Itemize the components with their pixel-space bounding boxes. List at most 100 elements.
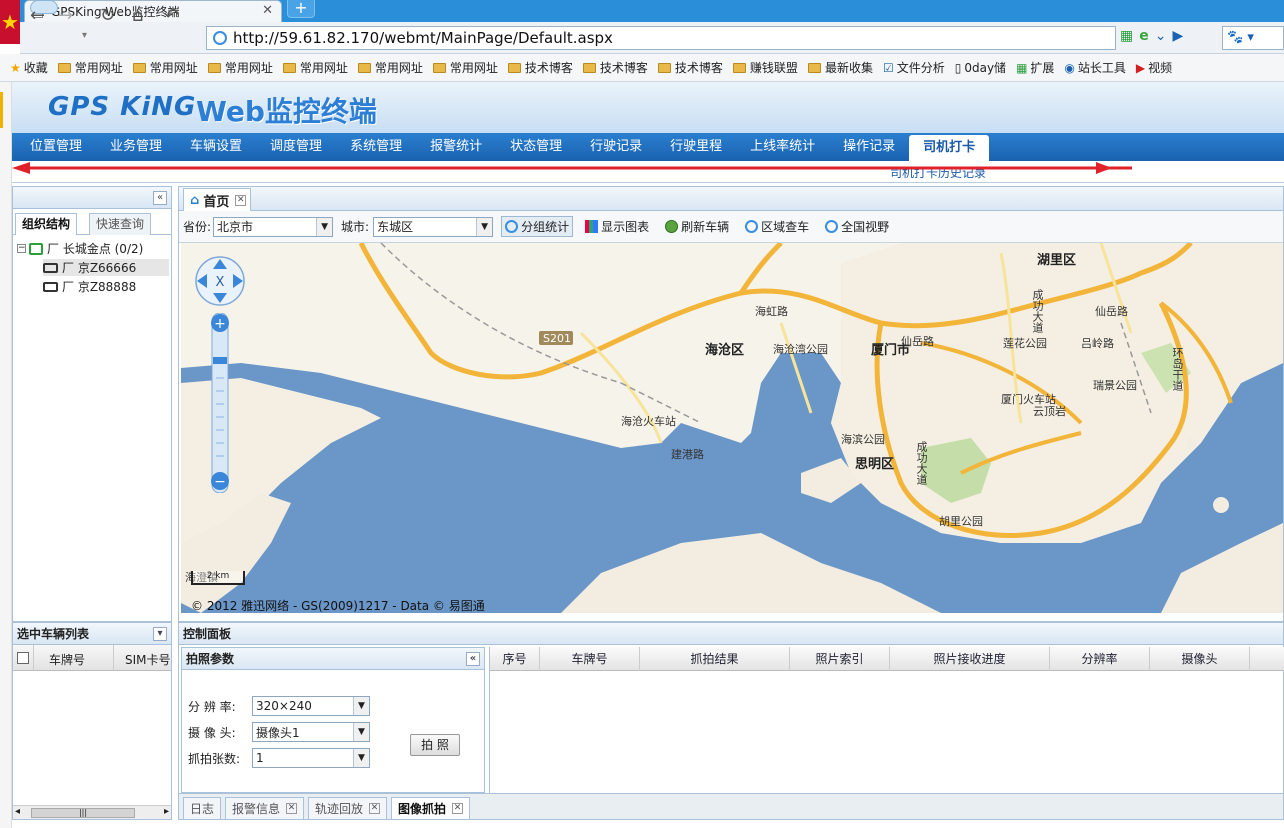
favorite-item[interactable]: 常用网址 bbox=[57, 59, 123, 76]
bottom-tab[interactable]: 日志 bbox=[183, 797, 222, 819]
close-icon[interactable]: ✕ bbox=[369, 803, 381, 814]
favorite-item[interactable]: 常用网址 bbox=[432, 59, 498, 76]
favorite-item[interactable]: 技术博客 bbox=[582, 59, 648, 76]
close-icon[interactable]: ✕ bbox=[452, 803, 464, 814]
camera-select[interactable]: 摄像头1 ▼ bbox=[252, 722, 370, 742]
favorite-item[interactable]: 最新收集 bbox=[807, 59, 873, 76]
network-icon bbox=[29, 242, 43, 255]
menu-item[interactable]: 位置管理 bbox=[16, 133, 96, 161]
tree-vehicle[interactable]: 厂 京Z66666 bbox=[43, 259, 169, 276]
menu-item[interactable]: 调度管理 bbox=[256, 133, 336, 161]
menu-item[interactable]: 司机打卡 bbox=[909, 135, 990, 161]
refresh-vehicles-button[interactable]: 刷新车辆 bbox=[661, 216, 733, 237]
forward-icon[interactable]: → bbox=[58, 5, 73, 26]
search-engine-box[interactable]: 🐾 ▾ bbox=[1222, 26, 1284, 50]
menu-item[interactable]: 操作记录 bbox=[829, 133, 909, 161]
national-view-button[interactable]: 全国视野 bbox=[821, 216, 893, 237]
favorite-item[interactable]: ▯ 0day储 bbox=[955, 59, 1006, 76]
go-icon[interactable]: ▶ bbox=[1172, 28, 1183, 44]
menu-item[interactable]: 行驶记录 bbox=[576, 133, 656, 161]
globe-icon bbox=[213, 31, 227, 45]
favorite-item[interactable]: ★ 收藏 bbox=[10, 59, 48, 76]
area-search-button[interactable]: 区域查车 bbox=[741, 216, 813, 237]
e-icon[interactable]: e bbox=[1139, 28, 1149, 44]
menu-item[interactable]: 行驶里程 bbox=[656, 133, 736, 161]
favorite-label: 常用网址 bbox=[74, 61, 123, 75]
favorite-item[interactable]: 常用网址 bbox=[357, 59, 423, 76]
close-icon[interactable]: ✕ bbox=[235, 194, 247, 206]
count-value: 1 bbox=[256, 751, 264, 765]
resolution-select[interactable]: 320×240 ▼ bbox=[252, 696, 370, 716]
col-plate[interactable]: 车牌号 bbox=[49, 651, 85, 668]
tree-vehicle[interactable]: 厂 京Z88888 bbox=[43, 278, 136, 295]
favorite-item[interactable]: ☑ 文件分析 bbox=[883, 59, 945, 76]
bottom-tab-label: 轨迹回放 bbox=[315, 801, 364, 816]
menu-item[interactable]: 系统管理 bbox=[336, 133, 416, 161]
grid-column-header[interactable]: 照片索引 bbox=[790, 647, 890, 671]
show-chart-label: 显示图表 bbox=[601, 220, 650, 234]
tree-root[interactable]: − 厂 长城金点 (0/2) bbox=[17, 240, 143, 257]
count-select[interactable]: 1 ▼ bbox=[252, 748, 370, 768]
scroll-right-icon[interactable]: ▸ bbox=[164, 806, 169, 817]
bottom-tab[interactable]: 轨迹回放 ✕ bbox=[308, 797, 388, 819]
menu-item[interactable]: 业务管理 bbox=[96, 133, 176, 161]
refresh-icon[interactable]: ↻ bbox=[100, 5, 115, 26]
favorite-item[interactable]: 技术博客 bbox=[507, 59, 573, 76]
col-sim[interactable]: SIM卡号 bbox=[125, 651, 171, 668]
favorite-item[interactable]: 技术博客 bbox=[657, 59, 723, 76]
group-stats-button[interactable]: 分组统计 bbox=[501, 216, 574, 237]
collapse-icon[interactable]: « bbox=[466, 652, 480, 666]
home-icon[interactable]: ⌂ bbox=[132, 5, 143, 26]
grid-column-header[interactable]: 分辨率 bbox=[1050, 647, 1150, 671]
scroll-left-icon[interactable]: ◂ bbox=[15, 806, 20, 817]
select-all-checkbox[interactable] bbox=[17, 652, 29, 664]
horizontal-scrollbar[interactable]: ◂ ||| ▸ bbox=[13, 805, 171, 819]
chevron-down-icon[interactable]: ⌄ bbox=[1155, 28, 1167, 44]
chevron-down-icon[interactable]: ▾ bbox=[153, 627, 167, 641]
back-icon[interactable]: ← bbox=[30, 5, 45, 26]
grid-column-header[interactable]: 序号 bbox=[490, 647, 540, 671]
grid-column-header[interactable]: 照片接收进度 bbox=[890, 647, 1050, 671]
city-select[interactable]: 东城区 ▼ bbox=[373, 216, 494, 237]
address-bar[interactable]: http://59.61.82.170/webmt/MainPage/Defau… bbox=[206, 26, 1116, 50]
collapse-icon[interactable]: « bbox=[153, 191, 167, 205]
bottom-tab[interactable]: 图像抓拍 ✕ bbox=[391, 797, 471, 819]
favorite-item[interactable]: ◉ 站长工具 bbox=[1064, 59, 1126, 76]
favorite-item[interactable]: 常用网址 bbox=[282, 59, 348, 76]
favorite-item[interactable]: 赚钱联盟 bbox=[732, 59, 798, 76]
chevron-down-icon[interactable]: ▾ bbox=[82, 30, 87, 41]
favorite-item[interactable]: 常用网址 bbox=[207, 59, 273, 76]
favorite-item[interactable]: ▦ 扩展 bbox=[1016, 59, 1054, 76]
map-view[interactable]: 湖里区 海沧区 厦门市 思明区 云顶岩 海沧湾公园 莲花公园 瑞景公园 海滨公园 胡里公园 海沧火车… bbox=[181, 243, 1283, 613]
map-label: 仙岳路 bbox=[1095, 305, 1128, 318]
tab-organization[interactable]: 组织结构 bbox=[15, 213, 78, 235]
grid-column-header[interactable]: 抓拍结果 bbox=[640, 647, 790, 671]
province-select[interactable]: 北京市 ▼ bbox=[213, 216, 334, 237]
scrollbar-thumb[interactable]: ||| bbox=[31, 808, 135, 818]
menu-item[interactable]: 车辆设置 bbox=[176, 133, 256, 161]
grid-column-header[interactable]: 车牌号 bbox=[540, 647, 640, 671]
menu-item[interactable]: 上线率统计 bbox=[736, 133, 829, 161]
chevron-down-icon: ▼ bbox=[353, 749, 369, 767]
map-label: 建港路 bbox=[671, 448, 704, 461]
new-tab-button[interactable]: + bbox=[287, 0, 315, 18]
province-select-group: 省份: 北京市 ▼ bbox=[183, 216, 334, 237]
grid-column-header[interactable]: 摄像头 bbox=[1150, 647, 1250, 671]
menu-item[interactable]: 报警统计 bbox=[416, 133, 496, 161]
tree-root-label: 厂 长城金点 (0/2) bbox=[47, 242, 144, 256]
bottom-tab[interactable]: 报警信息 ✕ bbox=[225, 797, 305, 819]
show-chart-button[interactable]: 显示图表 bbox=[581, 216, 653, 237]
favorite-item[interactable]: 常用网址 bbox=[132, 59, 198, 76]
undo-icon[interactable]: ↶ bbox=[164, 5, 179, 26]
snapshot-button[interactable]: 拍 照 bbox=[410, 734, 460, 756]
map-pan-control[interactable]: X bbox=[193, 255, 247, 307]
menu-item[interactable]: 状态管理 bbox=[496, 133, 576, 161]
extension-icon: ▦ bbox=[1016, 60, 1028, 75]
qr-icon[interactable]: ▦ bbox=[1120, 28, 1133, 44]
map-zoom-slider[interactable]: + − bbox=[209, 313, 231, 493]
tab-home[interactable]: ⌂ 首页 ✕ bbox=[183, 188, 251, 211]
close-icon[interactable]: ✕ bbox=[262, 3, 273, 18]
tab-quick-search[interactable]: 快速查询 bbox=[89, 213, 152, 235]
favorite-item[interactable]: ▶ 视频 bbox=[1136, 59, 1172, 76]
close-icon[interactable]: ✕ bbox=[286, 803, 298, 814]
